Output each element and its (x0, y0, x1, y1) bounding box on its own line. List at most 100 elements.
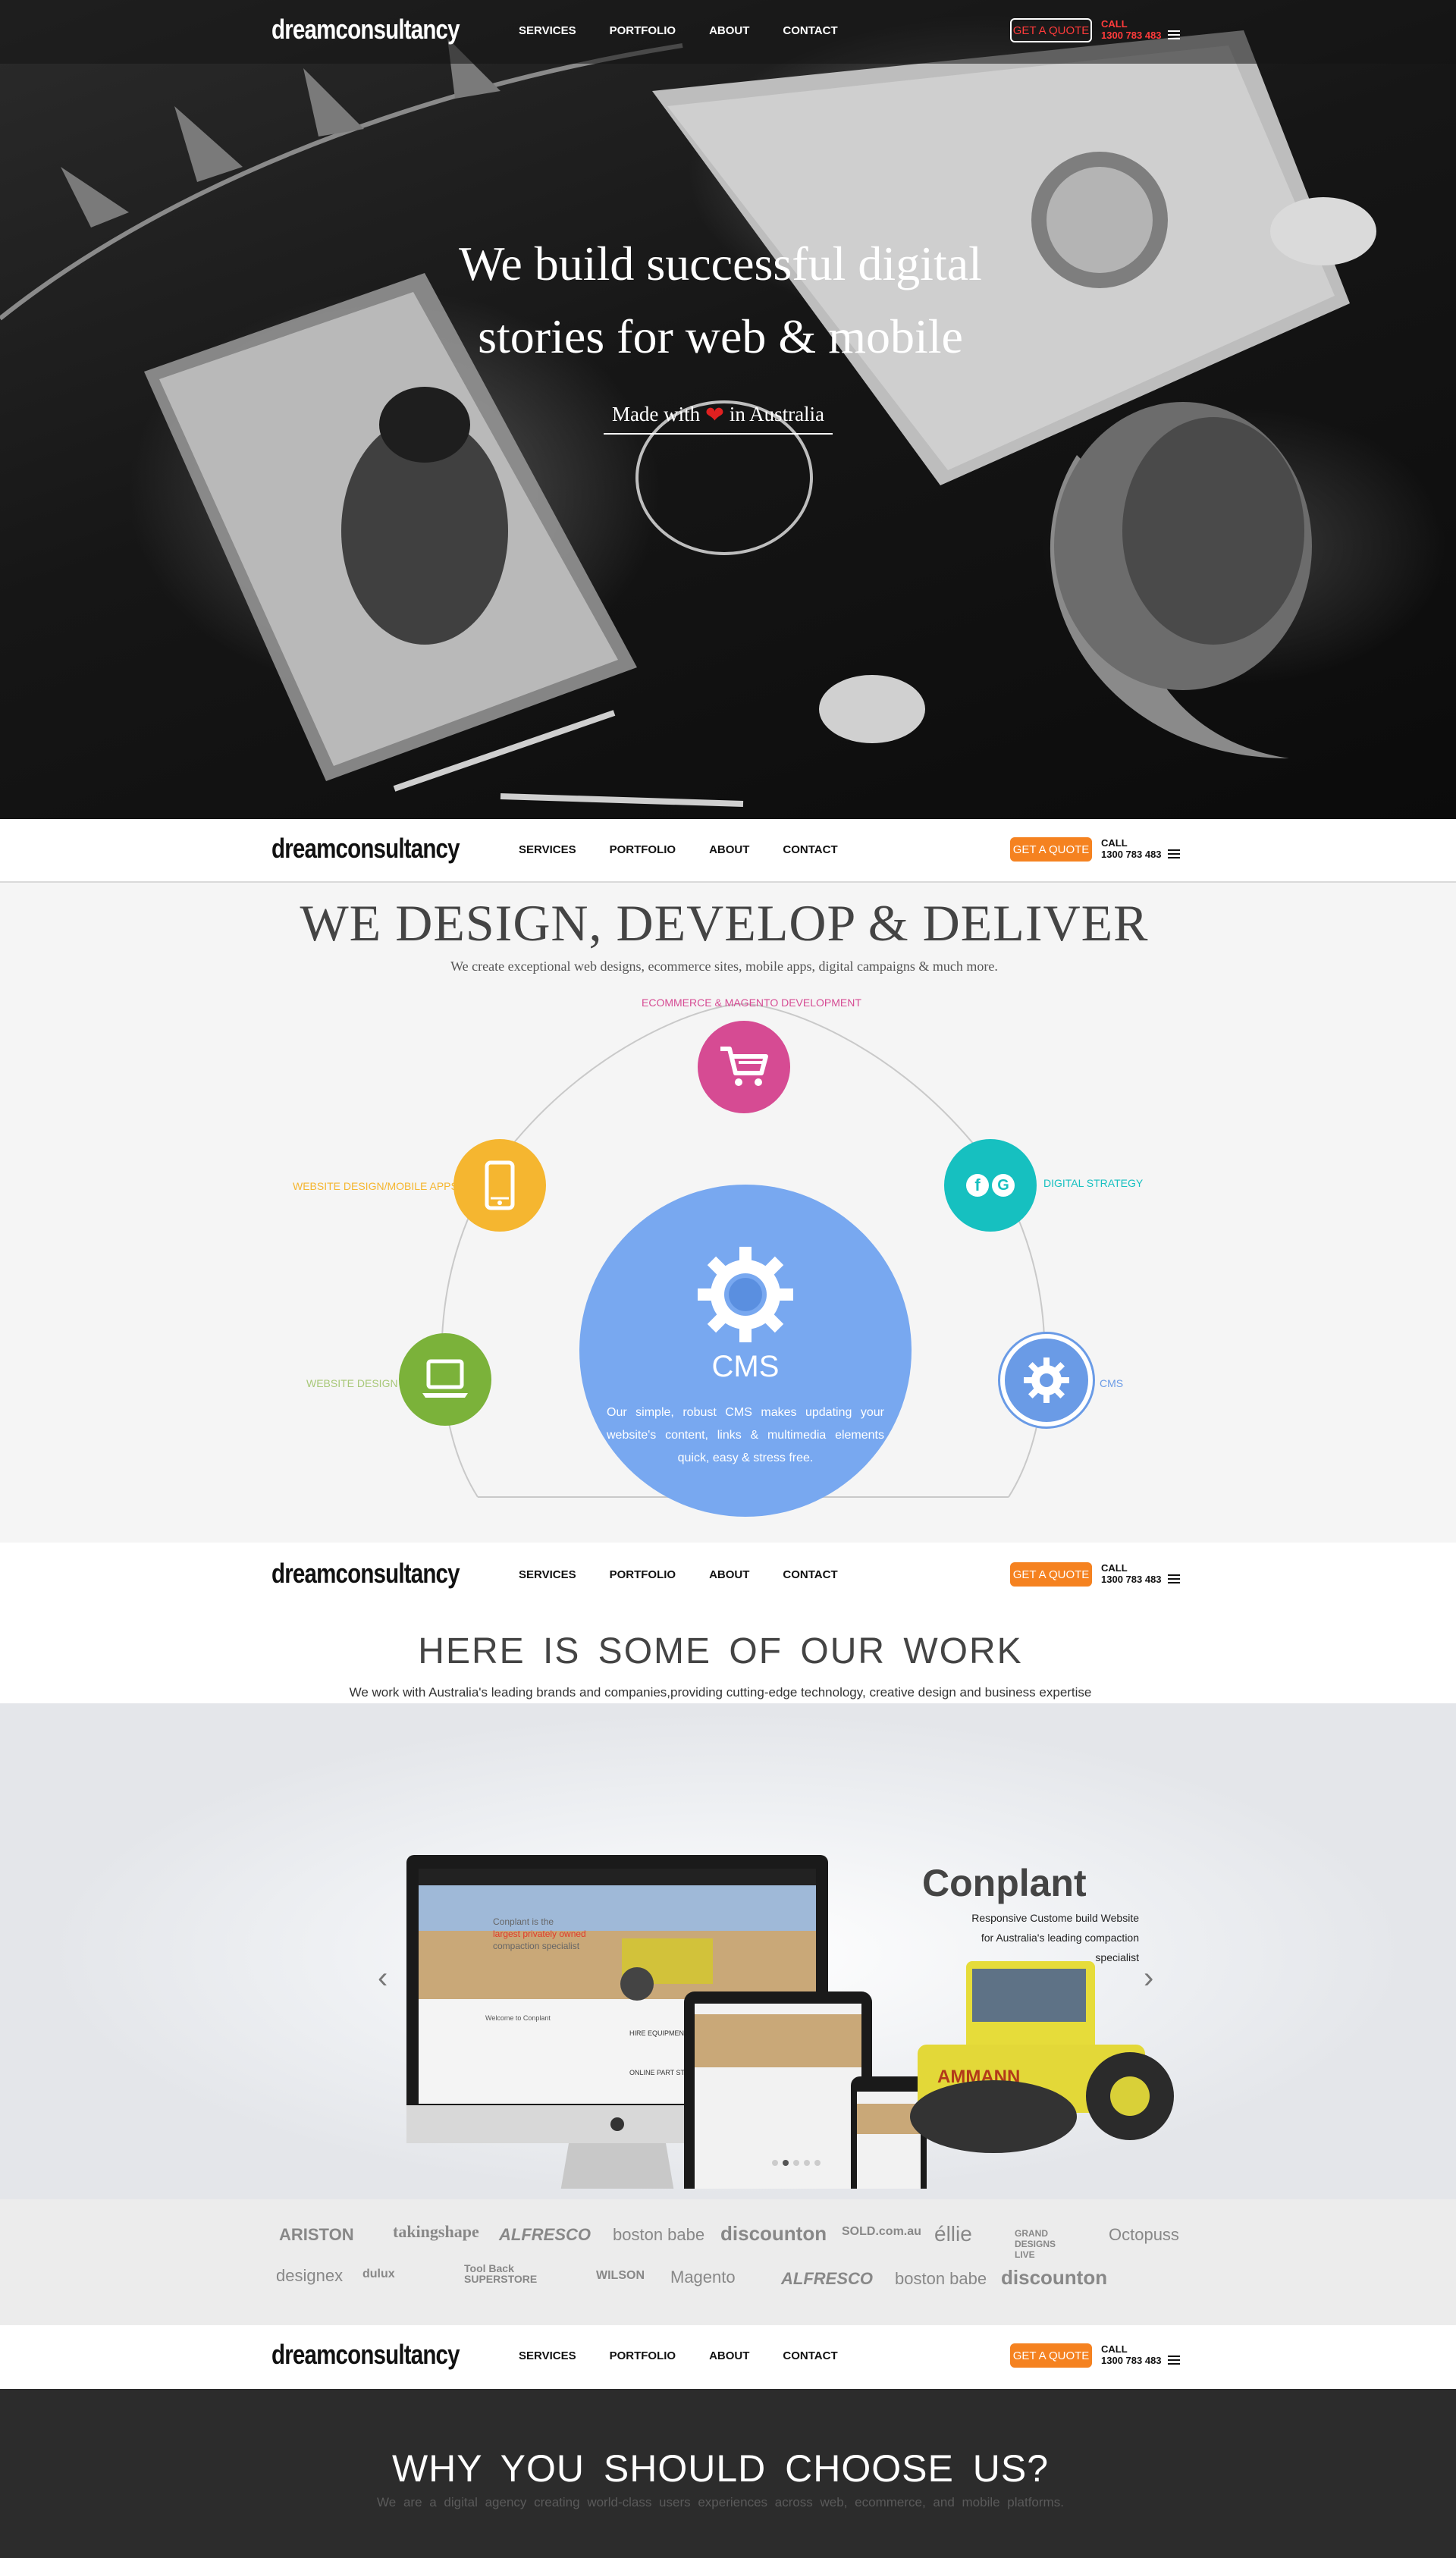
nav-menu: SERVICES PORTFOLIO ABOUT CONTACT (519, 843, 871, 856)
nav-link-portfolio[interactable]: PORTFOLIO (610, 24, 676, 37)
why-subtitle: We are a digital agency creating world-c… (377, 2495, 1064, 2509)
nav-link-contact[interactable]: CONTACT (783, 843, 837, 856)
gear-icon (1024, 1357, 1069, 1403)
screen-welcome: Welcome to Conplant (485, 2014, 551, 2022)
call-info[interactable]: CALL 1300 783 483 (1101, 1562, 1162, 1585)
service-circle-ecommerce[interactable] (698, 1021, 790, 1113)
hamburger-menu-icon[interactable] (1168, 2356, 1180, 2365)
service-label-digital-strategy: DIGITAL STRATEGY (1043, 1177, 1144, 1189)
phone-number: 1300 783 483 (1101, 1574, 1162, 1585)
nav-link-services[interactable]: SERVICES (519, 24, 576, 37)
gear-icon (698, 1247, 793, 1342)
phone-number: 1300 783 483 (1101, 2355, 1162, 2366)
service-circle-website-design[interactable] (399, 1333, 491, 1426)
nav-link-about[interactable]: ABOUT (709, 24, 749, 37)
client-logo-toolback: Tool Back SUPERSTORE (464, 2262, 538, 2285)
slider-prev-arrow-icon[interactable]: ‹ (378, 1961, 388, 1995)
nav-link-services[interactable]: SERVICES (519, 2349, 576, 2362)
portfolio-slider: ‹ › Conplant is the largest privately ow… (0, 1703, 1456, 2199)
nav-link-services[interactable]: SERVICES (519, 843, 576, 856)
get-a-quote-button[interactable]: GET A QUOTE (1010, 2343, 1092, 2368)
call-label: CALL (1101, 2343, 1128, 2355)
in-australia-text: in Australia (729, 403, 825, 425)
nav-link-contact[interactable]: CONTACT (783, 1568, 837, 1581)
made-in-australia-tagline: Made with ❤ in Australia (604, 402, 833, 435)
slider-dot-4[interactable] (804, 2160, 810, 2166)
call-label: CALL (1101, 18, 1128, 30)
portfolio-subtitle: We work with Australia's leading brands … (349, 1685, 1092, 1700)
nav-link-about[interactable]: ABOUT (709, 843, 749, 856)
call-label: CALL (1101, 1562, 1128, 1574)
made-with-text: Made with (611, 403, 701, 425)
client-logo-wilson: WILSON (596, 2269, 645, 2282)
client-logo-takingshape: takingshape (393, 2222, 479, 2241)
client-logo-magento: Magento (670, 2268, 736, 2287)
facebook-icon: f (966, 1174, 989, 1197)
client-logo-designex: designex (276, 2266, 344, 2285)
slide-description: Responsive Custome build Website for Aus… (971, 1912, 1139, 1963)
site-logo[interactable]: dreamconsultancy (271, 2339, 460, 2371)
call-info[interactable]: CALL 1300 783 483 (1101, 837, 1162, 860)
nav-link-about[interactable]: ABOUT (709, 2349, 749, 2362)
call-info[interactable]: CALL 1300 783 483 (1101, 2343, 1162, 2366)
hamburger-menu-icon[interactable] (1168, 849, 1180, 858)
client-logo-discounton: discounton (720, 2222, 827, 2245)
site-logo[interactable]: dreamconsultancy (271, 14, 460, 46)
hamburger-menu-icon[interactable] (1168, 30, 1180, 39)
slider-dot-3[interactable] (793, 2160, 799, 2166)
nav-menu: SERVICES PORTFOLIO ABOUT CONTACT (519, 24, 871, 37)
cms-title: CMS (711, 1350, 780, 1383)
client-logo-discounton-2: discounton (1001, 2266, 1108, 2289)
client-logo-octopuss: Octopuss (1109, 2225, 1179, 2244)
site-logo[interactable]: dreamconsultancy (271, 1558, 460, 1590)
get-a-quote-button[interactable]: GET A QUOTE (1010, 1562, 1092, 1587)
nav-menu: SERVICES PORTFOLIO ABOUT CONTACT (519, 1568, 871, 1581)
top-navbar-transparent: dreamconsultancy SERVICES PORTFOLIO ABOU… (0, 0, 1456, 64)
nav-link-about[interactable]: ABOUT (709, 1568, 749, 1581)
nav-link-portfolio[interactable]: PORTFOLIO (610, 843, 676, 856)
service-circle-digital-strategy[interactable]: f G (944, 1139, 1037, 1232)
client-logo-boston-babe-2: boston babe (895, 2269, 987, 2288)
shopping-cart-icon (720, 1047, 768, 1086)
why-choose-us-section: WHY YOU SHOULD CHOOSE US? We are a digit… (0, 2389, 1456, 2558)
service-circle-cms[interactable] (998, 1332, 1095, 1429)
call-label: CALL (1101, 837, 1128, 849)
slider-dot-5[interactable] (814, 2160, 821, 2166)
screen-headline-1: Conplant is the (493, 1916, 554, 1927)
sticky-navbar-why: dreamconsultancy SERVICES PORTFOLIO ABOU… (0, 2325, 1456, 2389)
hero-section: We build successful digital stories for … (0, 0, 1456, 819)
nav-menu: SERVICES PORTFOLIO ABOUT CONTACT (519, 2349, 871, 2362)
client-logo-alfresco-2: ALFRESCO (781, 2269, 873, 2288)
sticky-navbar-portfolio: dreamconsultancy SERVICES PORTFOLIO ABOU… (0, 1544, 1456, 1608)
screen-hire: HIRE EQUIPMENT (629, 2029, 689, 2037)
get-a-quote-button[interactable]: GET A QUOTE (1010, 18, 1092, 42)
client-logos-section: ARISTON takingshape ALFRESCO boston babe… (0, 2199, 1456, 2325)
conplant-device-mockup: Conplant is the largest privately owned … (406, 1855, 1174, 2189)
client-logo-dulux: dulux (362, 2268, 395, 2280)
slider-pagination (772, 2160, 821, 2166)
service-label-cms: CMS (1100, 1377, 1124, 1389)
slider-dot-1[interactable] (772, 2160, 778, 2166)
slider-dot-2[interactable] (783, 2160, 789, 2166)
cms-description: Our simple, robust CMS makes updating yo… (607, 1406, 884, 1464)
service-circle-mobile-apps[interactable] (453, 1139, 546, 1232)
nav-link-contact[interactable]: CONTACT (783, 24, 837, 37)
hamburger-menu-icon[interactable] (1168, 1574, 1180, 1583)
cms-feature-circle: CMS Our simple, robust CMS makes updatin… (579, 1185, 912, 1517)
client-logo-grand-designs: GRAND DESIGNS LIVE (1015, 2228, 1056, 2260)
client-logo-sold: SOLD.com.au (842, 2225, 921, 2238)
call-info[interactable]: CALL 1300 783 483 (1101, 18, 1162, 41)
nav-link-contact[interactable]: CONTACT (783, 2349, 837, 2362)
client-logo-ellie: éllie (934, 2222, 972, 2246)
heart-icon: ❤ (704, 403, 725, 428)
site-logo[interactable]: dreamconsultancy (271, 833, 460, 865)
get-a-quote-button[interactable]: GET A QUOTE (1010, 837, 1092, 862)
nav-link-portfolio[interactable]: PORTFOLIO (610, 1568, 676, 1581)
why-title: WHY YOU SHOULD CHOOSE US? (391, 2447, 1050, 2490)
phone-number: 1300 783 483 (1101, 30, 1162, 41)
service-label-mobile-apps: WEBSITE DESIGN/MOBILE APPS (293, 1180, 458, 1192)
nav-link-services[interactable]: SERVICES (519, 1568, 576, 1581)
hero-title: We build successful digital stories for … (0, 228, 1441, 373)
nav-link-portfolio[interactable]: PORTFOLIO (610, 2349, 676, 2362)
portfolio-title: HERE IS SOME OF OUR WORK (418, 1631, 1023, 1671)
